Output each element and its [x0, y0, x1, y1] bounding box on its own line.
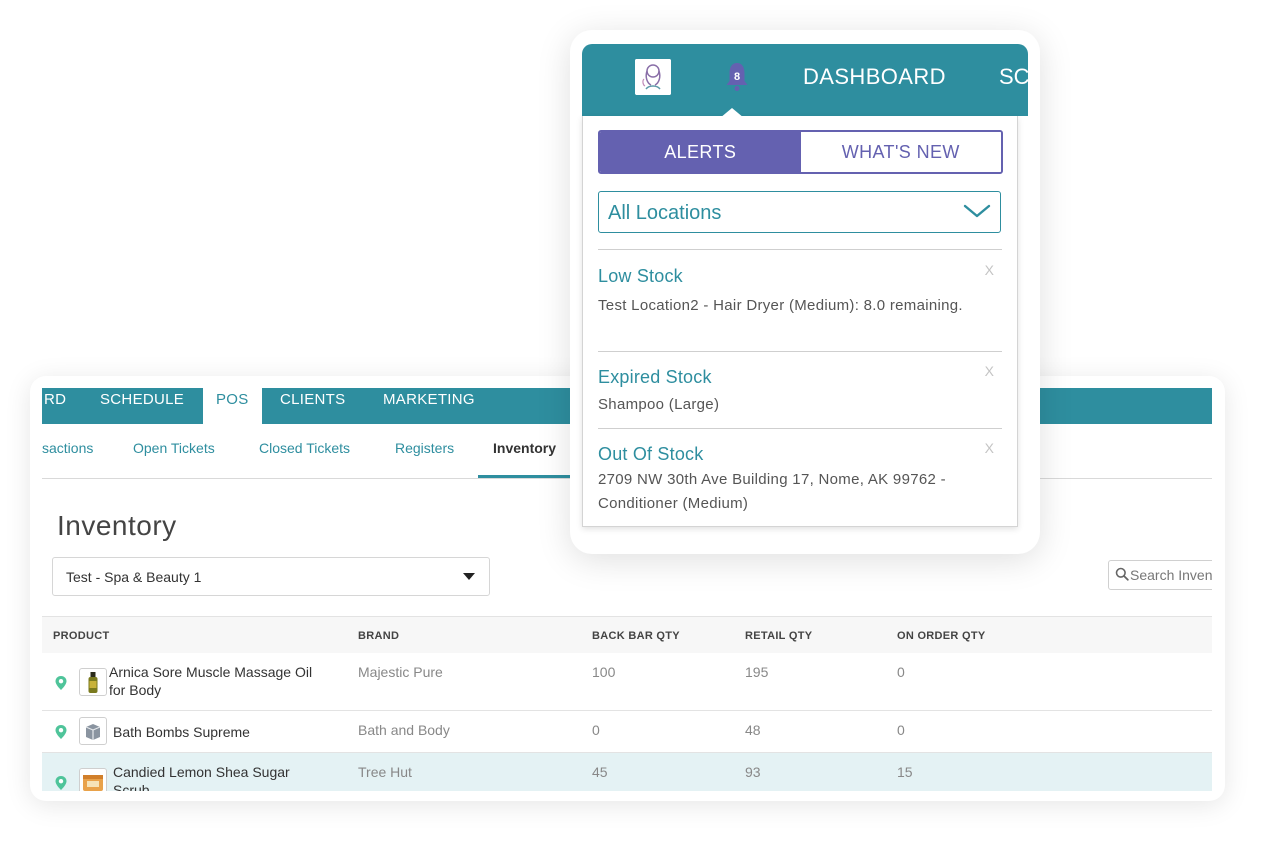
dismiss-alert-button[interactable]: X [985, 363, 994, 379]
product-name[interactable]: Candied Lemon Shea Sugar Scrub [113, 763, 328, 791]
tab-registers[interactable]: Registers [395, 440, 454, 456]
alert-item-expired-stock[interactable]: Expired Stock Shampoo (Large) X [598, 363, 1002, 427]
chevron-down-icon [963, 204, 991, 218]
on-order-qty-cell: 0 [897, 722, 905, 738]
location-filter-value: All Locations [608, 202, 722, 224]
product-name[interactable]: Bath Bombs Supreme [113, 723, 328, 741]
tab-alerts[interactable]: ALERTS [600, 132, 801, 172]
back-bar-qty-cell: 45 [592, 764, 608, 780]
alerts-card: 8 DASHBOARD SC ALERTS WHAT'S NEW All Loc… [570, 30, 1040, 554]
nav-item-clients[interactable]: CLIENTS [280, 388, 345, 424]
retail-qty-cell: 93 [745, 764, 761, 780]
divider [598, 249, 1002, 250]
on-order-qty-cell: 0 [897, 664, 905, 680]
tab-inventory[interactable]: Inventory [493, 440, 556, 456]
search-input[interactable]: Search Inven [1108, 560, 1212, 590]
top-nav-bar: 8 DASHBOARD SC [582, 44, 1028, 116]
on-order-qty-cell: 15 [897, 764, 913, 780]
alert-title: Expired Stock [598, 367, 712, 387]
dropdown-pointer [720, 108, 744, 118]
search-icon [1115, 567, 1129, 581]
alert-title: Out Of Stock [598, 444, 704, 464]
nav-item-dashboard[interactable]: DASHBOARD [803, 64, 946, 90]
column-header-brand[interactable]: BRAND [358, 630, 399, 642]
back-bar-qty-cell: 0 [592, 722, 600, 738]
location-filter-dropdown[interactable]: All Locations [598, 191, 1001, 233]
location-pin-icon [55, 725, 67, 739]
brand-cell: Majestic Pure [358, 664, 443, 680]
divider [598, 351, 1002, 352]
dismiss-alert-button[interactable]: X [985, 262, 994, 278]
nav-item-pos[interactable]: POS [203, 388, 262, 424]
box-icon [79, 717, 107, 745]
alert-item-out-of-stock[interactable]: Out Of Stock 2709 NW 30th Ave Building 1… [598, 440, 1002, 514]
bell-icon[interactable]: 8 [722, 60, 752, 94]
alerts-tabs: ALERTS WHAT'S NEW [598, 130, 1003, 174]
table-row[interactable]: Bath Bombs Supreme Bath and Body 0 48 0 [42, 711, 1212, 753]
active-tab-underline [478, 475, 570, 478]
alert-title: Low Stock [598, 266, 683, 286]
oil-bottle-icon [79, 668, 107, 696]
divider [598, 428, 1002, 429]
brand-cell: Bath and Body [358, 722, 450, 738]
nav-item-marketing[interactable]: MARKETING [383, 388, 475, 424]
search-placeholder: Search Inven [1130, 567, 1212, 583]
table-header: PRODUCT BRAND BACK BAR QTY RETAIL QTY ON… [42, 616, 1212, 654]
product-name[interactable]: Arnica Sore Muscle Massage Oil for Body [109, 663, 324, 699]
nav-item-dashboard[interactable]: RD [44, 388, 66, 424]
logo[interactable] [635, 59, 671, 95]
location-pin-icon [55, 676, 67, 690]
column-header-retail-qty[interactable]: RETAIL QTY [745, 630, 812, 642]
alert-body: 2709 NW 30th Ave Building 17, Nome, AK 9… [598, 471, 946, 512]
alerts-dropdown: ALERTS WHAT'S NEW All Locations Low Stoc… [582, 116, 1018, 527]
column-header-on-order-qty[interactable]: ON ORDER QTY [897, 630, 986, 642]
nav-item-schedule[interactable]: SC [999, 64, 1028, 90]
table-row-selected[interactable]: Candied Lemon Shea Sugar Scrub Tree Hut … [42, 753, 1212, 791]
location-select-value: Test - Spa & Beauty 1 [66, 569, 202, 585]
tab-transactions[interactable]: sactions [42, 440, 93, 456]
alert-item-low-stock[interactable]: Low Stock Test Location2 - Hair Dryer (M… [598, 262, 1002, 350]
tab-closed-tickets[interactable]: Closed Tickets [259, 440, 350, 456]
table-row[interactable]: Arnica Sore Muscle Massage Oil for Body … [42, 653, 1212, 711]
column-header-product[interactable]: PRODUCT [53, 630, 110, 642]
tab-whats-new[interactable]: WHAT'S NEW [800, 132, 1001, 172]
brand-cell: Tree Hut [358, 764, 412, 780]
dismiss-alert-button[interactable]: X [985, 440, 994, 456]
retail-qty-cell: 195 [745, 664, 769, 680]
location-select[interactable]: Test - Spa & Beauty 1 [52, 557, 490, 596]
caret-down-icon [463, 573, 475, 580]
nav-item-schedule[interactable]: SCHEDULE [100, 388, 184, 424]
location-pin-icon [55, 776, 67, 790]
jar-icon [79, 768, 107, 791]
tab-open-tickets[interactable]: Open Tickets [133, 440, 215, 456]
retail-qty-cell: 48 [745, 722, 761, 738]
alert-body: Test Location2 - Hair Dryer (Medium): 8.… [598, 297, 963, 314]
alert-body: Shampoo (Large) [598, 396, 720, 413]
column-header-back-bar-qty[interactable]: BACK BAR QTY [592, 630, 680, 642]
back-bar-qty-cell: 100 [592, 664, 616, 680]
page-title: Inventory [57, 510, 177, 541]
notification-badge-count: 8 [734, 71, 740, 83]
